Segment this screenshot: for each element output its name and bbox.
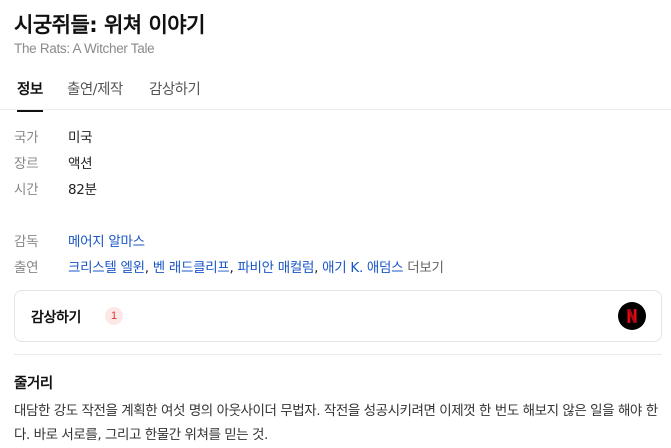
- page-title: 시궁쥐들: 위쳐 이야기: [14, 13, 205, 37]
- cast-separator: ,: [144, 260, 149, 276]
- country-value: 미국: [68, 130, 93, 146]
- tab-info[interactable]: 정보: [17, 78, 43, 112]
- watch-label: 감상하기: [31, 310, 81, 326]
- cast-separator: ,: [229, 260, 234, 276]
- cast-link-2[interactable]: 벤 래드클리프: [153, 260, 230, 276]
- director-key: 감독: [14, 234, 39, 250]
- director-link[interactable]: 메어지 알마스: [68, 234, 145, 250]
- synopsis-text: 대담한 강도 작전을 계획한 여섯 명의 아웃사이더 무법자. 작전을 성공시키…: [14, 403, 658, 443]
- runtime-key: 시간: [14, 182, 39, 198]
- tab-bar: 정보 출연/제작 감상하기: [0, 70, 671, 112]
- cast-link-4[interactable]: 애기 K. 애덤스: [322, 260, 403, 276]
- watch-count-badge: 1: [105, 307, 123, 325]
- watch-card[interactable]: 감상하기 1: [14, 290, 662, 342]
- cast-link-1[interactable]: 크리스텔 엘윈: [68, 260, 145, 276]
- genre-value: 액션: [68, 156, 93, 172]
- info-row-director: 감독 메어지 알마스: [14, 230, 145, 250]
- section-divider: [14, 354, 662, 355]
- info-row-genre: 장르 액션: [14, 152, 93, 172]
- original-title: The Rats: A Witcher Tale: [14, 41, 155, 56]
- tab-cast-crew[interactable]: 출연/제작: [67, 78, 123, 99]
- cast-key: 출연: [14, 260, 39, 276]
- cast-separator: ,: [314, 260, 319, 276]
- country-key: 국가: [14, 130, 39, 146]
- info-row-cast: 출연 크리스텔 엘윈, 벤 래드클리프, 파비안 매컬럼, 애기 K. 애덤스 더…: [14, 256, 444, 276]
- netflix-logo-icon[interactable]: [618, 302, 646, 330]
- info-row-country: 국가 미국: [14, 126, 93, 146]
- cast-link-3[interactable]: 파비안 매컬럼: [237, 260, 314, 276]
- runtime-value: 82분: [68, 182, 97, 198]
- cast-more-button[interactable]: 더보기: [407, 260, 444, 276]
- genre-key: 장르: [14, 156, 39, 172]
- info-row-runtime: 시간 82분: [14, 178, 97, 198]
- tab-watch[interactable]: 감상하기: [149, 78, 201, 99]
- synopsis-heading: 줄거리: [14, 376, 53, 392]
